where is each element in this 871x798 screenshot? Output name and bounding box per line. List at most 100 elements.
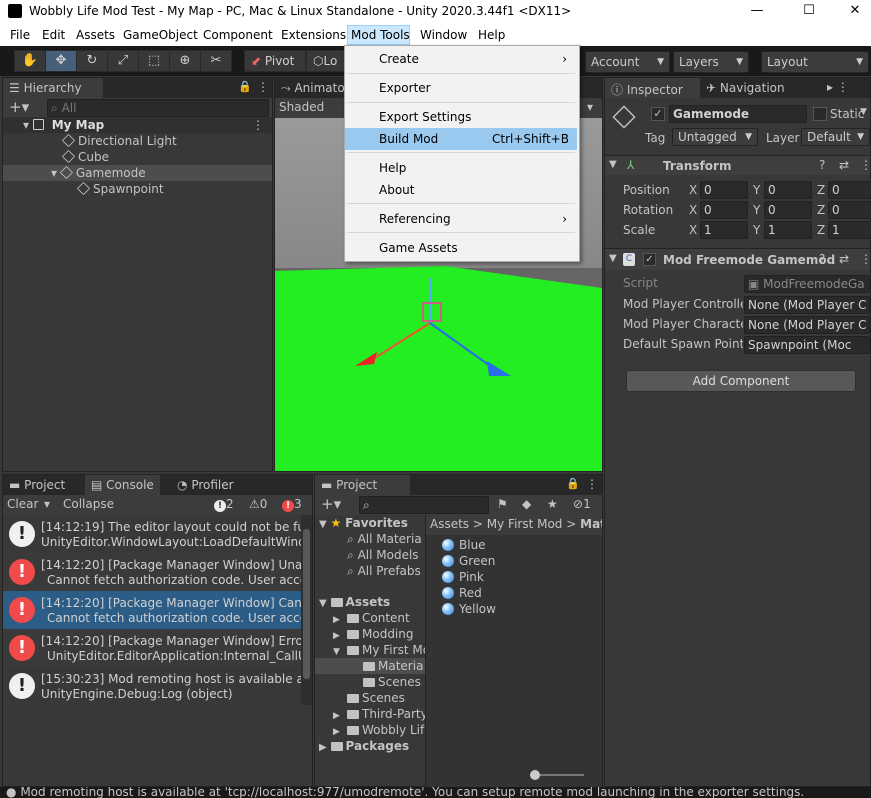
project-search-input[interactable]: ⌕ bbox=[359, 496, 489, 514]
asset-folder-row[interactable]: Scenes bbox=[315, 674, 425, 690]
close-icon[interactable]: ✕ bbox=[832, 0, 871, 24]
menu-component[interactable]: Component bbox=[203, 28, 273, 42]
transform-scale-x-field[interactable]: 1 bbox=[700, 221, 748, 239]
rect-tool-icon[interactable]: ⬚ bbox=[138, 50, 170, 72]
tab-project[interactable]: ▬ Project bbox=[3, 475, 71, 495]
transform-tool-icon[interactable]: ⊕ bbox=[169, 50, 201, 72]
packages-row[interactable]: ▶ Packages bbox=[319, 738, 409, 754]
material-asset[interactable]: Yellow bbox=[442, 601, 496, 617]
kebab-menu-icon[interactable]: ⋮ bbox=[860, 158, 871, 172]
pivot-button[interactable]: ⬋ Pivot bbox=[244, 50, 306, 72]
asset-folder-row[interactable]: ▶ Modding bbox=[315, 626, 425, 642]
add-icon[interactable]: +▾ bbox=[321, 495, 341, 513]
favorites-row[interactable]: ▼ ★ Favorites bbox=[319, 515, 408, 531]
clear-dropdown-icon[interactable]: ▾ bbox=[44, 497, 50, 511]
hierarchy-item-directional-light[interactable]: Directional Light bbox=[61, 133, 177, 149]
tab-console[interactable]: ▤ Console bbox=[85, 475, 160, 495]
icon-size-slider[interactable] bbox=[530, 770, 584, 780]
material-asset[interactable]: Blue bbox=[442, 537, 486, 553]
tab-hierarchy[interactable]: ☰ Hierarchy bbox=[3, 78, 103, 98]
tab-inspector[interactable]: ⓘ Inspector bbox=[605, 78, 700, 98]
lock-icon[interactable]: 🔒 bbox=[566, 477, 580, 490]
search-by-type-icon[interactable]: ⚑ bbox=[497, 497, 508, 511]
tab-animator[interactable]: ⤳ Animato bbox=[275, 78, 351, 98]
add-component-button[interactable]: Add Component bbox=[626, 370, 856, 392]
kebab-menu-icon[interactable]: ⋮ bbox=[257, 80, 269, 94]
move-tool-icon[interactable]: ✥ bbox=[45, 50, 77, 72]
lock-icon[interactable]: 🔒 bbox=[238, 80, 252, 93]
component-header[interactable]: ▼ C ✓ Mod Freemode Gamemod ? ⇄ ⋮ bbox=[605, 248, 871, 270]
menu-file[interactable]: File bbox=[10, 28, 30, 42]
material-asset[interactable]: Pink bbox=[442, 569, 484, 585]
error-count-toggle[interactable]: ! 3 bbox=[282, 497, 302, 512]
asset-folder-row[interactable]: ▶ Content bbox=[315, 610, 425, 626]
hierarchy-item-spawnpoint[interactable]: Spawnpoint bbox=[76, 181, 164, 197]
kebab-menu-icon[interactable]: ⋮ bbox=[860, 252, 871, 266]
layer-dropdown[interactable]: Default ▼ bbox=[801, 128, 870, 146]
asset-folder-row[interactable]: ▶ Wobbly Life bbox=[315, 722, 425, 738]
menu-mod-tools[interactable]: Mod Tools bbox=[351, 28, 410, 42]
search-by-label-icon[interactable]: ◆ bbox=[522, 497, 531, 511]
slider-thumb[interactable] bbox=[530, 770, 540, 780]
menu-assets[interactable]: Assets bbox=[76, 28, 115, 42]
layout-dropdown[interactable]: Layout ▼ bbox=[761, 51, 869, 73]
tag-dropdown[interactable]: Untagged ▼ bbox=[672, 128, 758, 146]
scene-tools-dropdown[interactable]: ▾ bbox=[587, 100, 593, 114]
local-button[interactable]: ⬡Lo bbox=[306, 50, 346, 72]
scrollbar-thumb[interactable] bbox=[303, 529, 310, 679]
console-scrollbar[interactable] bbox=[301, 515, 312, 705]
preset-icon[interactable]: ⇄ bbox=[839, 158, 849, 172]
console-log-entry[interactable]: ! [15:30:23] Mod remoting host is availa… bbox=[3, 667, 301, 705]
asset-folder-row[interactable]: Scenes bbox=[315, 690, 425, 706]
menu-gameobject[interactable]: GameObject bbox=[123, 28, 198, 42]
custom-tool-icon[interactable]: ✂ bbox=[200, 50, 232, 72]
menu-item-help[interactable]: Help bbox=[345, 157, 577, 179]
account-dropdown[interactable]: Account ▼ bbox=[585, 51, 670, 73]
static-checkbox[interactable] bbox=[813, 107, 827, 121]
favorites-item[interactable]: ⌕ All Models bbox=[347, 547, 419, 563]
scale-tool-icon[interactable]: ⤢ bbox=[107, 50, 139, 72]
more-tabs-icon[interactable]: ▸ ⋮ bbox=[827, 80, 849, 94]
kebab-menu-icon[interactable]: ⋮ bbox=[252, 117, 264, 133]
favorites-star-icon[interactable]: ★ bbox=[547, 497, 558, 511]
object-name-field[interactable]: Gamemode bbox=[669, 105, 807, 123]
hierarchy-search-input[interactable]: ⌕ All bbox=[47, 99, 269, 117]
tab-profiler[interactable]: ◔ Profiler bbox=[171, 475, 240, 495]
favorites-item[interactable]: ⌕ All Materia bbox=[347, 531, 422, 547]
preset-icon[interactable]: ⇄ bbox=[839, 252, 849, 266]
console-log-entry[interactable]: ! [14:12:20] [Package Manager Window] Ca… bbox=[3, 591, 301, 629]
transform-position-y-field[interactable]: 0 bbox=[764, 181, 812, 199]
status-bar[interactable]: ● Mod remoting host is available at 'tcp… bbox=[0, 787, 871, 798]
warning-count-toggle[interactable]: ⚠0 bbox=[249, 497, 267, 511]
menu-extensions[interactable]: Extensions bbox=[281, 28, 346, 42]
tab-navigation[interactable]: ✈ Navigation bbox=[700, 78, 791, 98]
transform-rotation-y-field[interactable]: 0 bbox=[764, 201, 812, 219]
hidden-packages-toggle[interactable]: ⊘1 bbox=[573, 497, 591, 511]
breadcrumb-materials[interactable]: Mate bbox=[580, 517, 602, 531]
component-field-value[interactable]: None (Mod Player C bbox=[744, 316, 870, 334]
menu-item-exporter[interactable]: Exporter bbox=[345, 77, 577, 99]
collapse-button[interactable]: Collapse bbox=[63, 497, 114, 511]
menu-item-export-settings[interactable]: Export Settings bbox=[345, 106, 577, 128]
transform-rotation-x-field[interactable]: 0 bbox=[700, 201, 748, 219]
minimize-icon[interactable]: — bbox=[734, 0, 780, 24]
asset-folder-row[interactable]: Materia bbox=[315, 658, 425, 674]
static-dropdown-icon[interactable]: ▼ bbox=[860, 107, 867, 117]
add-icon[interactable]: +▾ bbox=[9, 98, 29, 116]
transform-position-x-field[interactable]: 0 bbox=[700, 181, 748, 199]
material-asset[interactable]: Red bbox=[442, 585, 482, 601]
material-asset[interactable]: Green bbox=[442, 553, 495, 569]
rotate-tool-icon[interactable]: ↻ bbox=[76, 50, 108, 72]
help-icon[interactable]: ? bbox=[819, 252, 825, 266]
menu-item-create[interactable]: Create › bbox=[345, 48, 577, 70]
transform-rotation-z-field[interactable]: 0 bbox=[828, 201, 871, 219]
kebab-menu-icon[interactable]: ⋮ bbox=[586, 477, 598, 491]
shading-mode-dropdown[interactable]: Shaded bbox=[279, 100, 324, 114]
menu-item-build-mod[interactable]: Build Mod Ctrl+Shift+B bbox=[345, 128, 577, 150]
active-checkbox[interactable]: ✓ bbox=[651, 107, 665, 121]
maximize-icon[interactable]: ☐ bbox=[786, 0, 832, 24]
component-enabled-checkbox[interactable]: ✓ bbox=[643, 253, 656, 266]
layers-dropdown[interactable]: Layers ▼ bbox=[673, 51, 749, 73]
clear-button[interactable]: Clear bbox=[7, 497, 38, 511]
menu-edit[interactable]: Edit bbox=[42, 28, 65, 42]
